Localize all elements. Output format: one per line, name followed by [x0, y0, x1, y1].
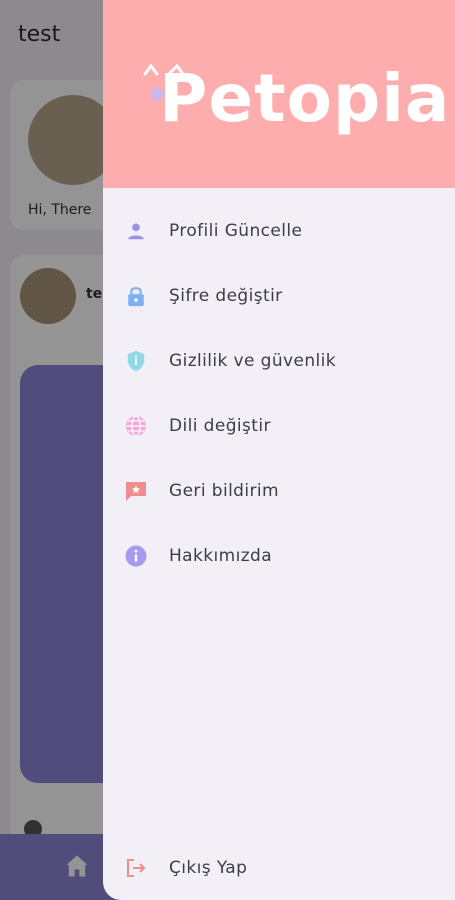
- menu-item-label: Hakkımızda: [169, 546, 273, 566]
- globe-icon: [123, 413, 149, 439]
- menu-item-language[interactable]: Dili değiştir: [103, 398, 455, 454]
- menu-item-privacy[interactable]: Gizlilik ve güvenlik: [103, 333, 455, 389]
- menu-item-label: Geri bildirim: [169, 481, 279, 501]
- petopia-logo: Petopia: [139, 58, 449, 140]
- menu-item-profile[interactable]: Profili Güncelle: [103, 203, 455, 259]
- menu-item-label: Dili değiştir: [169, 416, 271, 436]
- lock-icon: [123, 283, 149, 309]
- feedback-icon: [123, 478, 149, 504]
- logout-button[interactable]: Çıkış Yap: [103, 840, 455, 896]
- shield-icon: [123, 348, 149, 374]
- drawer-header: Petopia: [103, 0, 455, 188]
- logout-icon: [123, 855, 149, 881]
- menu-item-label: Profili Güncelle: [169, 221, 303, 241]
- menu-item-label: Şifre değiştir: [169, 286, 283, 306]
- info-icon: [123, 543, 149, 569]
- navigation-drawer: Petopia Profili Güncelle Şifre değiştir …: [103, 0, 455, 900]
- menu-item-password[interactable]: Şifre değiştir: [103, 268, 455, 324]
- menu-item-about[interactable]: Hakkımızda: [103, 528, 455, 584]
- person-icon: [123, 218, 149, 244]
- menu-item-feedback[interactable]: Geri bildirim: [103, 463, 455, 519]
- logout-label: Çıkış Yap: [169, 858, 248, 878]
- menu-item-label: Gizlilik ve güvenlik: [169, 351, 337, 371]
- logo-text: Petopia: [159, 60, 451, 137]
